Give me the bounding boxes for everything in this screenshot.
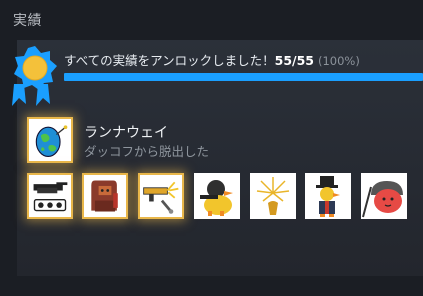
firework-icon <box>256 177 290 215</box>
soldier-duck-icon <box>200 180 233 216</box>
tank-icon <box>33 182 68 212</box>
egg-globe-icon <box>35 125 68 157</box>
red-helmet-duck-icon <box>362 181 403 218</box>
achievement-thumb[interactable] <box>250 173 296 219</box>
unlock-percent: (100%) <box>317 54 360 68</box>
section-title: 実績 <box>13 13 42 29</box>
achievement-thumb[interactable] <box>138 173 184 219</box>
featured-achievement-icon[interactable] <box>27 117 73 163</box>
achievement-thumb[interactable] <box>27 173 73 219</box>
unlock-message: すべての実績をアンロックしました！ <box>64 53 275 68</box>
medal-icon <box>8 44 62 110</box>
unlock-count: 55/55 <box>274 53 314 68</box>
achievement-name: ランナウェイ <box>84 125 168 141</box>
hooded-figure-icon <box>91 180 118 212</box>
top-hat-duck-icon <box>316 176 340 217</box>
achievement-thumb[interactable] <box>194 173 240 219</box>
achievement-thumb[interactable] <box>82 173 128 219</box>
achievement-thumb[interactable] <box>305 173 351 219</box>
progress-bar <box>64 73 423 81</box>
achievement-description: ダッコフから脱出した <box>84 144 210 159</box>
unlock-summary: すべての実績をアンロックしました！55/55 (100%) <box>64 50 360 69</box>
achievement-thumb[interactable] <box>361 173 407 219</box>
gun-sparkle-icon <box>143 181 179 214</box>
